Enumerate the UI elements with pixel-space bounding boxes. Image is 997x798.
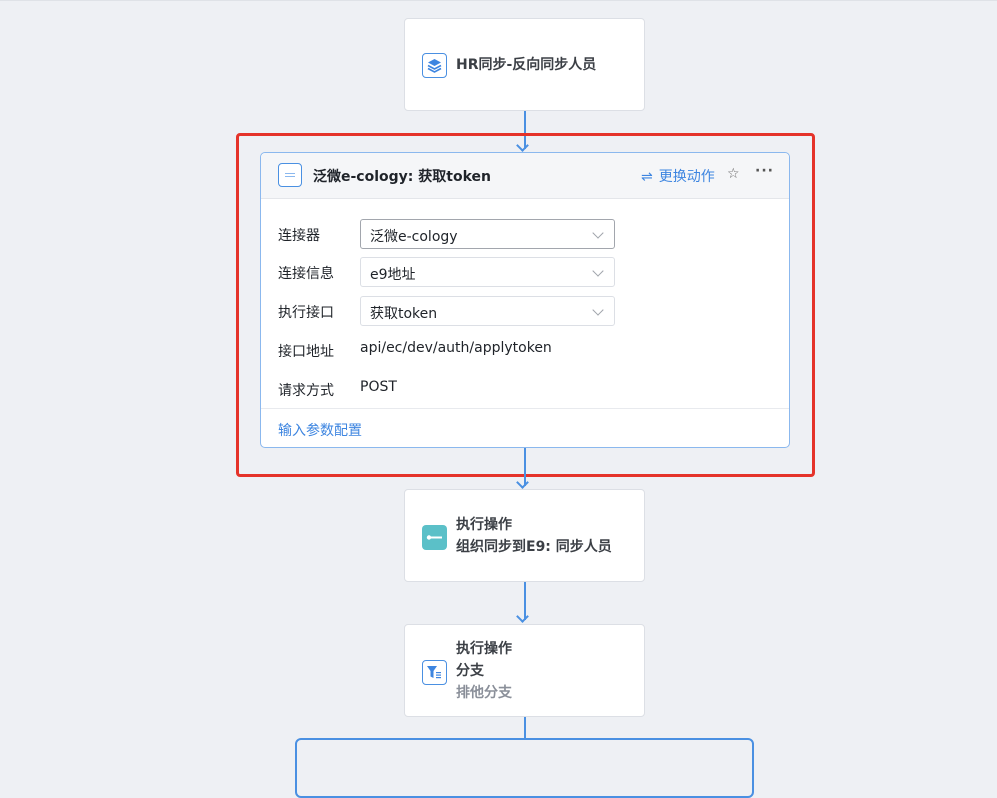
chevron-down-icon	[592, 265, 604, 277]
arrow-down-icon	[516, 476, 529, 489]
node-type: 执行操作	[456, 517, 512, 533]
request-method-value: POST	[360, 379, 397, 395]
layers-icon	[422, 53, 447, 78]
more-icon[interactable]: ···	[755, 163, 774, 179]
flow-connector	[524, 717, 526, 739]
node-subtitle: 排他分支	[456, 685, 512, 701]
change-action-button[interactable]: ⇌ 更换动作	[641, 166, 715, 186]
connector-label: 连接器	[278, 228, 320, 244]
operation-icon	[422, 525, 447, 550]
filter-icon	[422, 660, 447, 685]
divider	[261, 408, 789, 409]
workflow-node-branch[interactable]: 执行操作 分支 排他分支	[404, 624, 645, 717]
node-title: 组织同步到E9: 同步人员	[456, 539, 612, 555]
node-text: 执行操作 分支 排他分支	[456, 638, 512, 704]
node-title: HR同步-反向同步人员	[456, 57, 597, 73]
swap-arrows-icon: ⇌	[641, 169, 653, 185]
connector-action-card[interactable]: 泛微e-cology: 获取token ⇌ 更换动作 ☆ ··· 连接器 泛微e-…	[260, 152, 790, 448]
connector-icon	[278, 163, 302, 187]
card-title: 泛微e-cology: 获取token	[313, 169, 491, 185]
node-title: 分支	[456, 663, 484, 679]
interface-address-value: api/ec/dev/auth/applytoken	[360, 340, 552, 356]
exec-interface-select-value: 获取token	[370, 306, 438, 322]
connection-info-select-value: e9地址	[370, 267, 416, 283]
change-action-label: 更换动作	[658, 169, 715, 185]
node-text: 执行操作 组织同步到E9: 同步人员	[456, 514, 612, 558]
exec-interface-select[interactable]: 获取token	[360, 296, 615, 326]
branch-container	[295, 738, 754, 798]
chevron-down-icon	[592, 227, 604, 239]
arrow-down-icon	[516, 610, 529, 623]
workflow-node-exec[interactable]: 执行操作 组织同步到E9: 同步人员	[404, 489, 645, 582]
workflow-node-hr-sync[interactable]: HR同步-反向同步人员	[404, 18, 645, 111]
request-method-label: 请求方式	[278, 383, 334, 399]
connection-info-select[interactable]: e9地址	[360, 257, 615, 287]
exec-interface-label: 执行接口	[278, 305, 334, 321]
pin-icon[interactable]: ☆	[727, 166, 740, 182]
card-header: 泛微e-cology: 获取token ⇌ 更换动作 ☆ ···	[261, 153, 789, 199]
top-divider	[0, 0, 997, 1]
input-params-config-link[interactable]: 输入参数配置	[278, 420, 362, 440]
interface-address-label: 接口地址	[278, 344, 334, 360]
connector-select[interactable]: 泛微e-cology	[360, 219, 615, 249]
node-type: 执行操作	[456, 641, 512, 657]
chevron-down-icon	[592, 304, 604, 316]
connection-info-label: 连接信息	[278, 266, 334, 282]
connector-select-value: 泛微e-cology	[370, 229, 458, 245]
